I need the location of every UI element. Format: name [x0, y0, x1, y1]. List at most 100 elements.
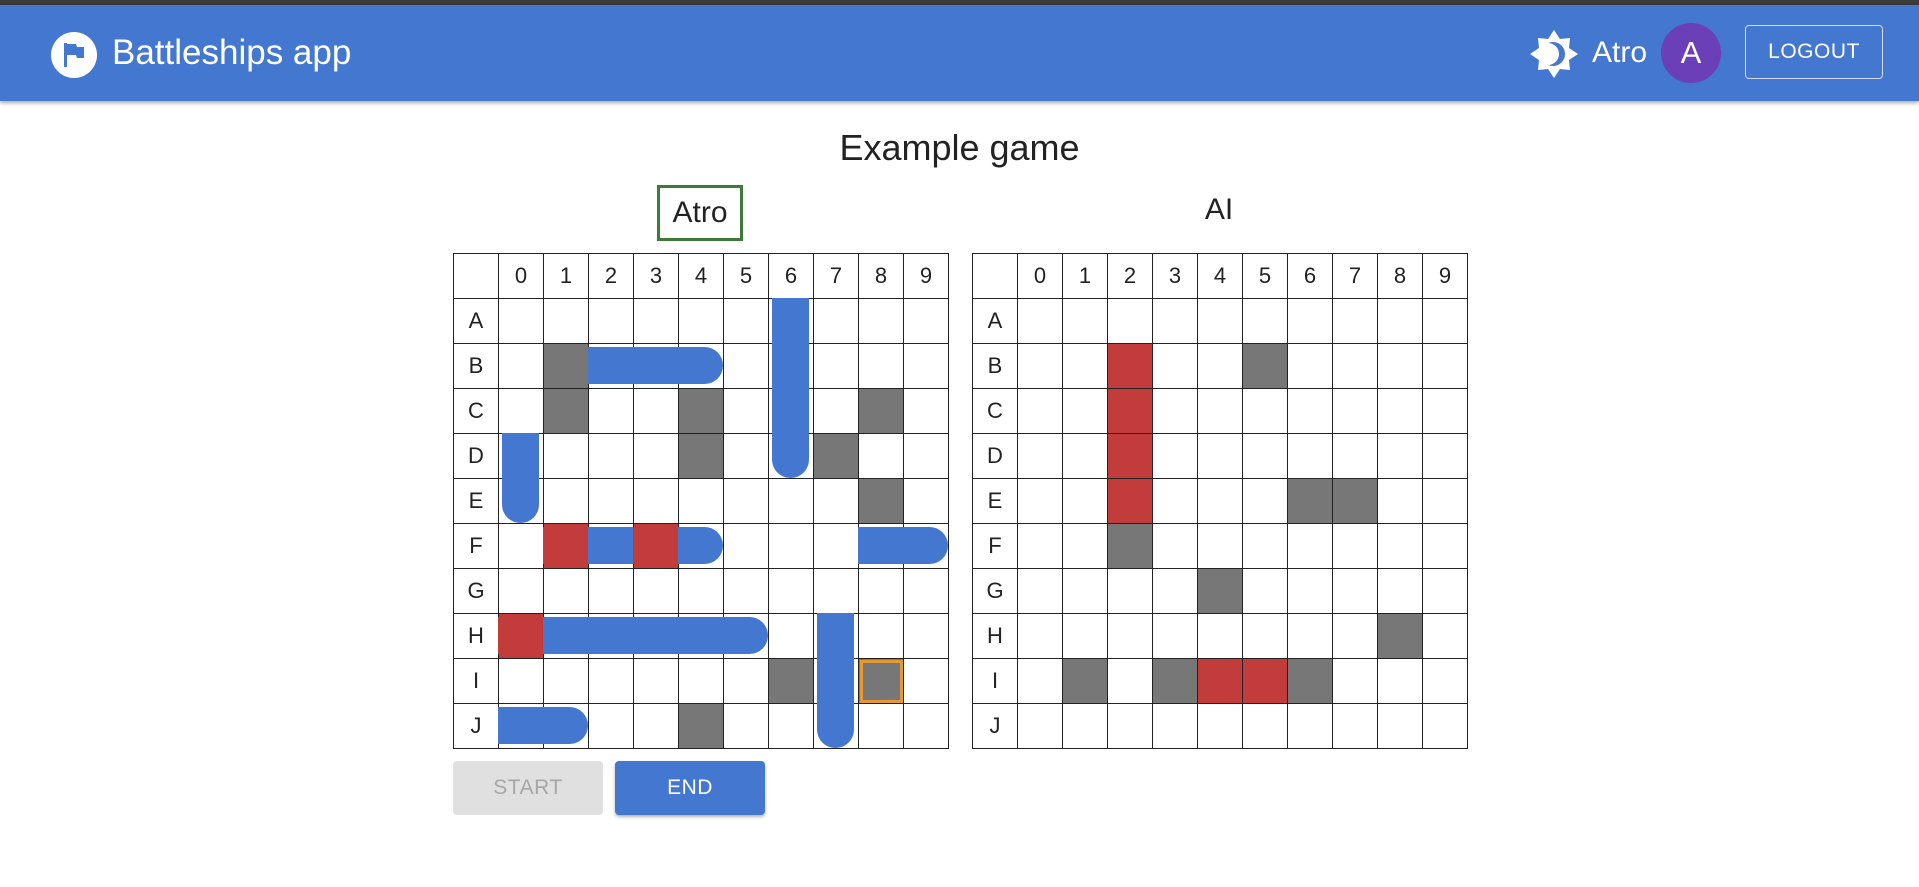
board-cell[interactable] [1017, 433, 1063, 479]
board-cell[interactable] [543, 658, 589, 704]
board-cell[interactable] [1062, 478, 1108, 524]
board-cell[interactable] [903, 523, 949, 569]
board-cell[interactable] [1422, 298, 1468, 344]
board-cell[interactable] [1422, 388, 1468, 434]
board-cell[interactable] [903, 568, 949, 614]
board-cell[interactable] [588, 658, 634, 704]
board-cell[interactable] [1332, 613, 1378, 659]
board-cell[interactable] [1332, 568, 1378, 614]
board-cell[interactable] [633, 388, 679, 434]
board-cell[interactable] [1197, 343, 1243, 389]
miss-cell[interactable] [1197, 568, 1243, 614]
board-cell[interactable] [858, 568, 904, 614]
board-cell[interactable] [1287, 613, 1333, 659]
board-cell[interactable] [1152, 433, 1198, 479]
board-cell[interactable] [588, 703, 634, 749]
board-cell[interactable] [1242, 478, 1288, 524]
board-cell[interactable] [1242, 433, 1288, 479]
board-cell[interactable] [723, 298, 769, 344]
board-cell[interactable] [1062, 523, 1108, 569]
board-cell[interactable] [678, 343, 724, 389]
board-cell[interactable] [1152, 613, 1198, 659]
board-cell[interactable] [633, 703, 679, 749]
board-cell[interactable] [678, 658, 724, 704]
board-cell[interactable] [768, 523, 814, 569]
board-cell[interactable] [1017, 658, 1063, 704]
board-cell[interactable] [678, 613, 724, 659]
board-cell[interactable] [498, 658, 544, 704]
board-cell[interactable] [1377, 568, 1423, 614]
board-cell[interactable] [1287, 523, 1333, 569]
hit-cell[interactable] [633, 523, 679, 569]
board-cell[interactable] [723, 613, 769, 659]
board-cell[interactable] [498, 523, 544, 569]
board-cell[interactable] [498, 433, 544, 479]
board-cell[interactable] [903, 613, 949, 659]
board-cell[interactable] [633, 478, 679, 524]
board-cell[interactable] [1242, 703, 1288, 749]
board-cell[interactable] [588, 388, 634, 434]
avatar[interactable]: A [1661, 23, 1721, 83]
board-cell[interactable] [1152, 343, 1198, 389]
board-cell[interactable] [498, 298, 544, 344]
board-cell[interactable] [1422, 523, 1468, 569]
miss-cell[interactable] [1332, 478, 1378, 524]
board-cell[interactable] [1017, 613, 1063, 659]
board-cell[interactable] [1017, 343, 1063, 389]
board-cell[interactable] [1242, 523, 1288, 569]
board-cell[interactable] [858, 343, 904, 389]
board-cell[interactable] [1017, 388, 1063, 434]
board-cell[interactable] [1332, 703, 1378, 749]
miss-cell[interactable] [678, 388, 724, 434]
miss-cell[interactable] [813, 433, 859, 479]
hit-cell[interactable] [1107, 478, 1153, 524]
brightness-icon[interactable] [1529, 29, 1579, 79]
board-cell[interactable] [498, 388, 544, 434]
board-cell[interactable] [543, 478, 589, 524]
hit-cell[interactable] [1197, 658, 1243, 704]
board-cell[interactable] [813, 523, 859, 569]
board-cell[interactable] [1062, 568, 1108, 614]
board-cell[interactable] [1332, 298, 1378, 344]
board-cell[interactable] [1197, 523, 1243, 569]
board-cell[interactable] [588, 343, 634, 389]
selected-cell[interactable] [858, 658, 904, 704]
board-cell[interactable] [1377, 298, 1423, 344]
board-cell[interactable] [903, 478, 949, 524]
board-cell[interactable] [1062, 433, 1108, 479]
miss-cell[interactable] [678, 703, 724, 749]
board-cell[interactable] [858, 433, 904, 479]
board-cell[interactable] [543, 703, 589, 749]
board-cell[interactable] [678, 478, 724, 524]
board-cell[interactable] [723, 568, 769, 614]
board-cell[interactable] [678, 568, 724, 614]
board-cell[interactable] [1107, 298, 1153, 344]
board-cell[interactable] [1422, 478, 1468, 524]
board-cell[interactable] [1422, 703, 1468, 749]
board-cell[interactable] [1197, 433, 1243, 479]
board-cell[interactable] [543, 433, 589, 479]
board-cell[interactable] [1107, 613, 1153, 659]
miss-cell[interactable] [858, 388, 904, 434]
board-cell[interactable] [633, 298, 679, 344]
board-cell[interactable] [1242, 298, 1288, 344]
board-cell[interactable] [1242, 613, 1288, 659]
board-cell[interactable] [633, 658, 679, 704]
start-button[interactable]: START [453, 761, 603, 815]
board-cell[interactable] [723, 703, 769, 749]
board-cell[interactable] [1062, 343, 1108, 389]
board-cell[interactable] [1062, 298, 1108, 344]
board-cell[interactable] [768, 433, 814, 479]
board-cell[interactable] [1377, 478, 1423, 524]
board-cell[interactable] [1287, 343, 1333, 389]
board-cell[interactable] [1062, 703, 1108, 749]
miss-cell[interactable] [543, 388, 589, 434]
board-cell[interactable] [723, 523, 769, 569]
board-cell[interactable] [1377, 433, 1423, 479]
board-cell[interactable] [1152, 388, 1198, 434]
board-cell[interactable] [813, 613, 859, 659]
board-cell[interactable] [1332, 523, 1378, 569]
hit-cell[interactable] [1242, 658, 1288, 704]
board-cell[interactable] [1197, 478, 1243, 524]
board-cell[interactable] [1377, 388, 1423, 434]
